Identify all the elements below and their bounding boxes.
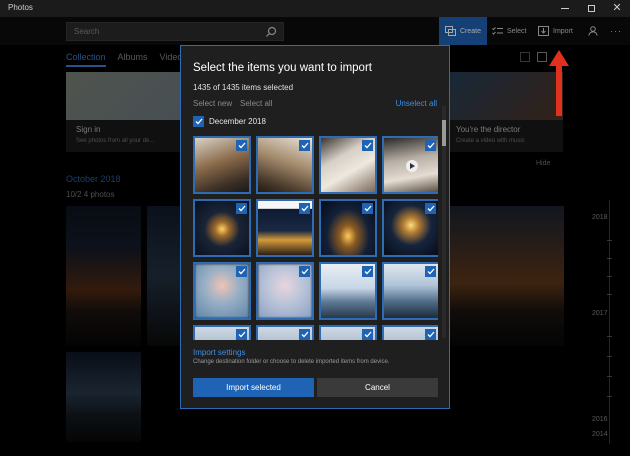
thumbnail-photo-blurred-1[interactable] [193,262,251,320]
maximize-icon [587,5,595,12]
thumbnail-photo-row4-3[interactable] [319,325,377,340]
checkbox-checked-icon[interactable] [193,116,204,127]
checkbox-checked-icon[interactable] [425,266,436,277]
thumbnail-photo-row4-4[interactable] [382,325,438,340]
checkbox-checked-icon[interactable] [236,329,247,340]
close-button[interactable]: ✕ [604,0,630,17]
thumbnail-photo-cat-2[interactable] [256,136,314,194]
checkbox-checked-icon[interactable] [299,140,310,151]
checkbox-checked-icon[interactable] [425,140,436,151]
thumbnail-photo-tower-1[interactable] [319,262,377,320]
thumbnail-photo-cat-1[interactable] [193,136,251,194]
dialog-scrollbar[interactable] [442,106,446,338]
thumbnail-photo-night-2[interactable] [256,199,314,257]
checkbox-checked-icon[interactable] [299,329,310,340]
thumbnail-video-clip[interactable] [382,136,438,194]
import-settings-link[interactable]: Import settings [193,348,245,357]
thumbnail-photo-night-4[interactable] [382,199,438,257]
thumbnail-photo-row4-1[interactable] [193,325,251,340]
thumbnail-photo-tower-2[interactable] [382,262,438,320]
checkbox-checked-icon[interactable] [362,203,373,214]
thumbnail-photo-night-3[interactable] [319,199,377,257]
app-title: Photos [8,3,33,12]
group-label: December 2018 [209,117,266,126]
checkbox-checked-icon[interactable] [299,203,310,214]
selected-count: 1435 of 1435 items selected [193,83,294,92]
thumbnail-photo-row4-2[interactable] [256,325,314,340]
unselect-all-link[interactable]: Unselect all [396,99,437,108]
checkbox-checked-icon[interactable] [362,266,373,277]
checkbox-checked-icon[interactable] [362,329,373,340]
checkbox-checked-icon[interactable] [236,266,247,277]
select-new-link[interactable]: Select new [193,99,232,108]
maximize-button[interactable] [578,0,604,17]
thumbnail-photo-blurred-2[interactable] [256,262,314,320]
import-selected-button[interactable]: Import selected [193,378,314,397]
checkbox-checked-icon[interactable] [425,203,436,214]
scrollbar-thumb[interactable] [442,120,446,146]
checkbox-checked-icon[interactable] [425,329,436,340]
thumbnail-photo-hand[interactable] [319,136,377,194]
window-controls: ✕ [552,0,630,17]
thumbnail-photo-night-1[interactable] [193,199,251,257]
close-icon: ✕ [612,2,622,14]
play-icon [406,160,418,172]
select-all-link[interactable]: Select all [240,99,272,108]
checkbox-checked-icon[interactable] [236,140,247,151]
minimize-button[interactable] [552,0,578,17]
checkbox-checked-icon[interactable] [299,266,310,277]
import-dialog: Select the items you want to import 1435… [180,45,450,409]
thumbnail-grid [193,136,438,340]
dialog-title: Select the items you want to import [193,62,372,74]
checkbox-checked-icon[interactable] [362,140,373,151]
minimize-icon [561,8,569,9]
group-checkbox-row[interactable]: December 2018 [193,116,266,127]
title-bar: Photos ✕ [0,0,630,17]
import-settings-description: Change destination folder or choose to d… [193,359,390,365]
annotation-arrow-icon [549,50,569,116]
checkbox-checked-icon[interactable] [236,203,247,214]
cancel-button[interactable]: Cancel [317,378,438,397]
